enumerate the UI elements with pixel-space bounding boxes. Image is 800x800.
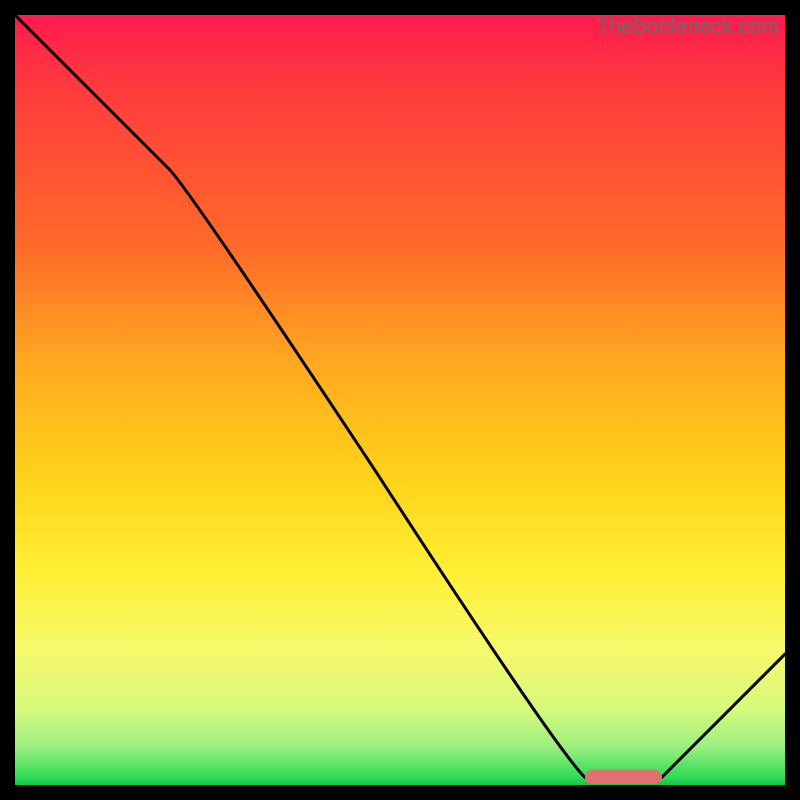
optimal-range-marker <box>585 770 662 784</box>
bottleneck-curve <box>15 15 785 785</box>
chart-frame: TheBottleneck.com <box>0 0 800 800</box>
watermark-text: TheBottleneck.com <box>596 15 779 39</box>
chart-plot-area: TheBottleneck.com <box>15 15 785 785</box>
